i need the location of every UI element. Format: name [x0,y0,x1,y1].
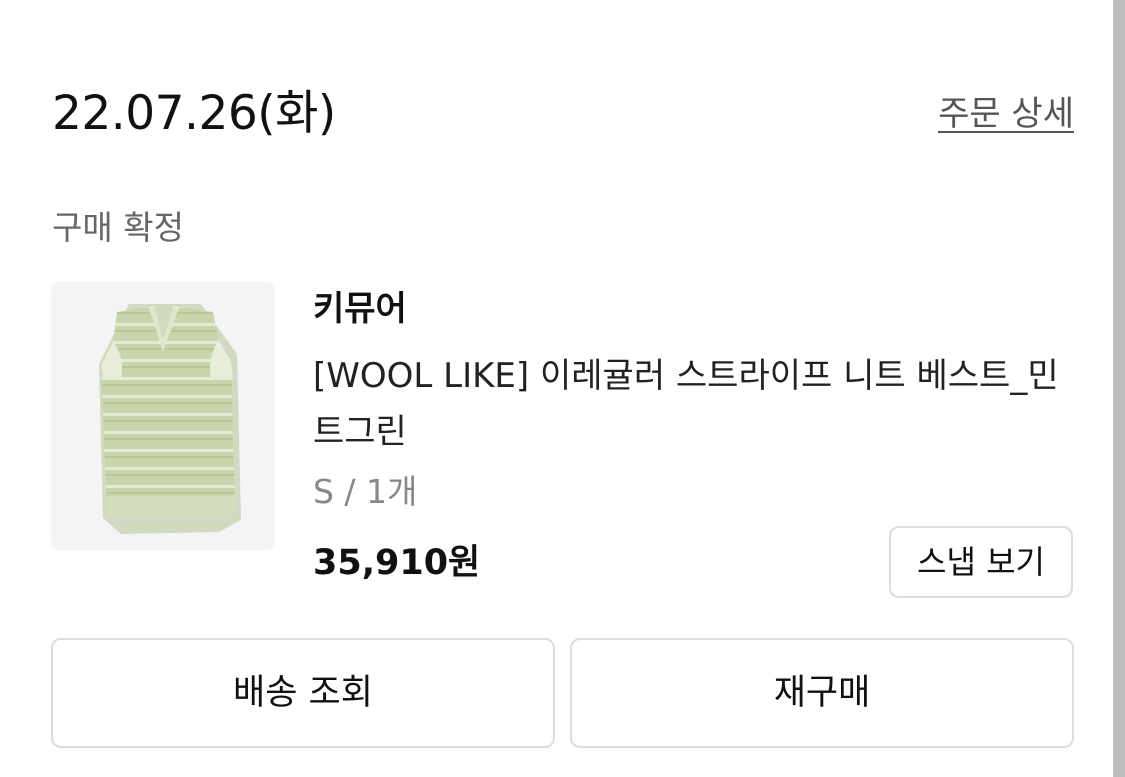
knit-vest-image [99,304,241,534]
product-price: 35,910원 [313,543,481,583]
order-date: 22.07.26(화) [52,86,336,141]
product-name[interactable]: [WOOL LIKE] 이레귤러 스트라이프 니트 베스트_민트그린 [313,348,1063,460]
delivery-tracking-button[interactable]: 배송 조회 [51,638,555,748]
brand-name[interactable]: 키뮤어 [313,287,407,331]
order-detail-link[interactable]: 주문 상세 [938,92,1074,136]
snap-view-button[interactable]: 스냅 보기 [889,526,1073,598]
order-history-screen: 22.07.26(화) 주문 상세 구매 확정 키뮤어 [WOOL LIKE] … [0,0,1125,777]
scrollbar[interactable] [1113,0,1125,777]
product-thumbnail[interactable] [51,282,275,550]
reorder-button[interactable]: 재구매 [570,638,1074,748]
product-option: S / 1개 [313,472,418,511]
order-status: 구매 확정 [52,208,184,247]
